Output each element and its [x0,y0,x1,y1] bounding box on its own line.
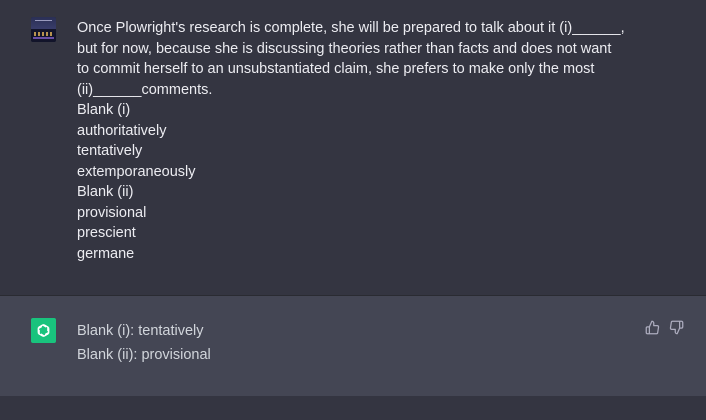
answer-line-blank-i: Blank (i): tentatively [77,323,204,339]
question-line: to commit herself to an unsubstantiated … [77,61,595,77]
thumbs-down-icon [669,320,683,334]
user-message-turn: Once Plowright's research is complete, s… [0,0,706,296]
thumbs-up-icon [645,320,659,334]
blank-ii-heading: Blank (ii) [77,184,134,200]
thumbs-down-button[interactable] [668,319,684,335]
blank-i-heading: Blank (i) [77,102,131,118]
question-line: (ii)______comments. [77,81,213,98]
blank-i-option: extemporaneously [77,163,196,180]
chat-page: Once Plowright's research is complete, s… [0,0,706,420]
blank-ii-option: germane [77,245,135,262]
blank-ii-option: prescient [77,225,136,241]
answer-line-blank-ii: Blank (ii): provisional [77,347,211,363]
thumbs-up-button[interactable] [644,319,660,335]
user-message-text: Once Plowright's research is complete, s… [77,18,637,264]
question-line: but for now, because she is discussing t… [77,40,612,57]
openai-logo-icon [31,318,56,343]
assistant-message-text: Blank (i): tentatively Blank (ii): provi… [77,319,211,367]
avatar-mark [35,20,52,26]
blank-i-option: tentatively [77,143,143,159]
chat-footer-area [0,396,706,420]
question-line: Once Plowright's research is complete, s… [77,20,625,36]
avatar-glow [33,37,54,39]
avatar-lights [34,32,53,36]
blank-i-option: authoritatively [77,122,167,139]
blank-ii-option: provisional [77,204,147,221]
user-avatar [31,17,56,42]
